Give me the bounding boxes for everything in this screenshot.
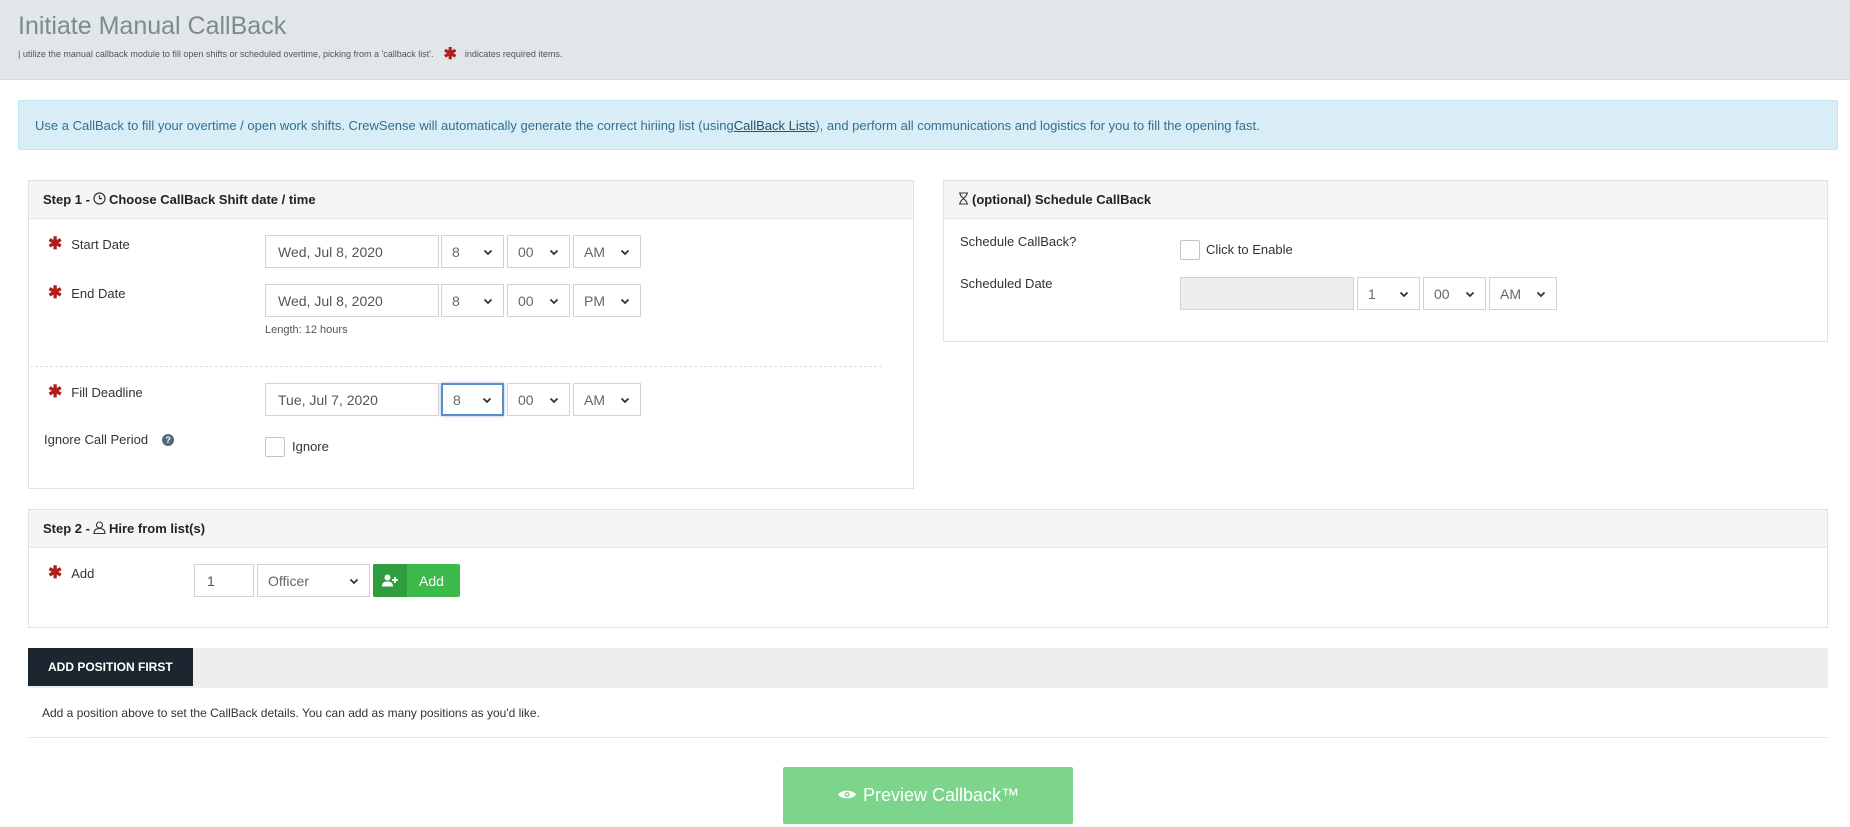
required-note: indicates required items. [464, 49, 563, 59]
fill-deadline-ampm-select[interactable]: AM [573, 383, 641, 416]
fill-deadline-hour-select[interactable]: 8 [441, 383, 504, 416]
start-minute-select[interactable]: 00 [507, 235, 570, 268]
callback-lists-link[interactable]: CallBack Lists [734, 118, 816, 133]
end-hour-select[interactable]: 8 [441, 284, 504, 317]
fill-deadline-date-input[interactable]: Tue, Jul 7, 2020 [265, 383, 439, 416]
banner-text-before: Use a CallBack to fill your overtime / o… [35, 117, 734, 133]
shift-length-text: Length: 12 hours [265, 324, 348, 336]
scheduled-minute-select[interactable]: 00 [1423, 277, 1486, 310]
clock-icon [93, 191, 106, 208]
chevron-down-icon [1465, 291, 1475, 297]
required-star-icon: ✱ [443, 46, 457, 63]
start-date-label: ✱ Start Date [48, 234, 130, 253]
start-date-input[interactable]: Wed, Jul 8, 2020 [265, 235, 439, 268]
required-star-icon: ✱ [48, 283, 63, 302]
page-subtitle: | utilize the manual callback module to … [18, 44, 562, 64]
schedule-header: (optional) Schedule CallBack [944, 181, 1827, 219]
user-icon [93, 520, 106, 537]
scheduled-hour-select[interactable]: 1 [1357, 277, 1420, 310]
step2-prefix: Step 2 - [43, 521, 90, 536]
end-date-label: ✱ End Date [48, 283, 126, 302]
ignore-checkbox[interactable] [265, 437, 285, 457]
chevron-down-icon [1536, 291, 1546, 297]
add-user-icon [373, 564, 407, 597]
fill-deadline-minute-select[interactable]: 00 [507, 383, 570, 416]
quantity-input[interactable]: 1 [194, 564, 254, 597]
required-star-icon: ✱ [48, 563, 63, 582]
subtitle-text: | utilize the manual callback module to … [18, 49, 434, 59]
info-banner: Use a CallBack to fill your overtime / o… [18, 100, 1838, 150]
hourglass-icon [958, 191, 969, 208]
chevron-down-icon [620, 397, 630, 403]
start-hour-select[interactable]: 8 [441, 235, 504, 268]
chevron-down-icon [620, 298, 630, 304]
step1-prefix: Step 1 - [43, 192, 90, 207]
schedule-enable-checkbox[interactable] [1180, 240, 1200, 260]
positions-tabbar: ADD POSITION FIRST [28, 648, 1828, 688]
scheduled-date-label: Scheduled Date [960, 276, 1053, 291]
banner-text-after: ), and perform all communications and lo… [815, 117, 1260, 133]
scheduled-ampm-select[interactable]: AM [1489, 277, 1557, 310]
step1-divider [30, 366, 882, 367]
ignore-call-period-label: Ignore Call Period ? [44, 432, 175, 447]
required-star-icon: ✱ [48, 382, 63, 401]
chevron-down-icon [620, 249, 630, 255]
fill-deadline-label: ✱ Fill Deadline [48, 382, 143, 401]
schedule-panel: (optional) Schedule CallBack [943, 180, 1828, 342]
tab-add-position-first[interactable]: ADD POSITION FIRST [28, 648, 193, 686]
end-minute-select[interactable]: 00 [507, 284, 570, 317]
scheduled-date-input[interactable] [1180, 277, 1354, 310]
chevron-down-icon [483, 298, 493, 304]
page-header: Initiate Manual CallBack | utilize the m… [0, 0, 1850, 80]
schedule-callback-label: Schedule CallBack? [960, 234, 1077, 249]
page-title: Initiate Manual CallBack [18, 12, 287, 40]
add-label: ✱ Add [48, 563, 95, 582]
question-icon[interactable]: ? [162, 433, 175, 446]
add-position-button[interactable]: Add [373, 564, 460, 597]
chevron-down-icon [349, 578, 359, 584]
step2-title: Hire from list(s) [108, 521, 206, 536]
preview-callback-button[interactable]: Preview Callback™ [783, 767, 1073, 824]
end-ampm-select[interactable]: PM [573, 284, 641, 317]
chevron-down-icon [549, 298, 559, 304]
chevron-down-icon [549, 249, 559, 255]
eye-icon [837, 785, 857, 806]
ignore-checkbox-label: Ignore [292, 439, 329, 454]
schedule-title: (optional) Schedule CallBack [972, 192, 1152, 207]
required-star-icon: ✱ [48, 234, 63, 253]
step1-title: Choose CallBack Shift date / time [108, 192, 316, 207]
step1-header: Step 1 - Choose CallBack Shift date / ti… [29, 181, 913, 219]
schedule-enable-label: Click to Enable [1206, 242, 1293, 257]
chevron-down-icon [549, 397, 559, 403]
position-select[interactable]: Officer [257, 564, 370, 597]
step2-header: Step 2 - Hire from list(s) [29, 510, 1827, 548]
end-date-input[interactable]: Wed, Jul 8, 2020 [265, 284, 439, 317]
chevron-down-icon [1399, 291, 1409, 297]
chevron-down-icon [482, 397, 492, 403]
chevron-down-icon [483, 249, 493, 255]
start-ampm-select[interactable]: AM [573, 235, 641, 268]
positions-message: Add a position above to set the CallBack… [28, 688, 1828, 738]
